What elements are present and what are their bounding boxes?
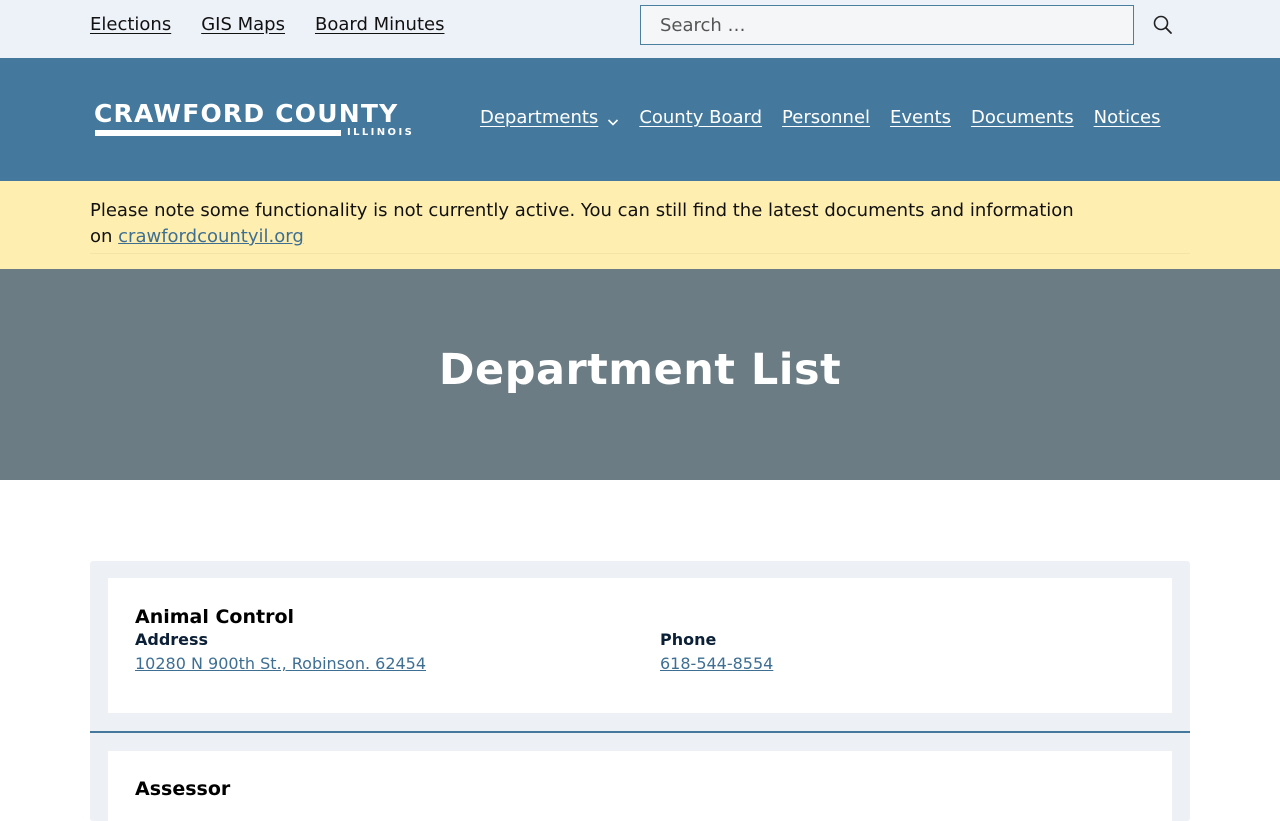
address-label: Address [135, 630, 209, 649]
nav-events[interactable]: Events [890, 107, 951, 128]
department-card: Assessor [108, 751, 1172, 821]
main-nav: Departments County Board Personnel Event… [480, 107, 1161, 128]
notice-divider [90, 253, 1190, 254]
department-list: Animal Control Address 10280 N 900th St.… [90, 561, 1190, 821]
page-hero: Department List [0, 269, 1280, 480]
nav-documents[interactable]: Documents [971, 107, 1074, 128]
notice-banner: Please note some functionality is not cu… [0, 181, 1280, 269]
card-divider [90, 731, 1190, 733]
nav-notices[interactable]: Notices [1094, 107, 1161, 128]
utility-links: Elections GIS Maps Board Minutes [90, 14, 444, 35]
logo-name: CRAWFORD COUNTY [94, 99, 399, 128]
logo-bar [95, 130, 341, 136]
department-name: Assessor [135, 778, 231, 800]
site-header: CRAWFORD COUNTY ILLINOIS Departments Cou… [0, 58, 1280, 181]
search-icon[interactable] [1150, 12, 1176, 38]
search-input[interactable] [641, 6, 1133, 44]
nav-departments[interactable]: Departments [480, 107, 619, 128]
department-name: Animal Control [135, 606, 295, 628]
board-minutes-link[interactable]: Board Minutes [315, 14, 444, 35]
phone-label: Phone [660, 630, 717, 649]
notice-link[interactable]: crawfordcountyil.org [118, 226, 304, 247]
logo-state: ILLINOIS [347, 127, 415, 138]
phone-link[interactable]: 618-544-8554 [660, 654, 773, 673]
nav-departments-label: Departments [480, 107, 599, 128]
address-link[interactable]: 10280 N 900th St., Robinson. 62454 [135, 654, 426, 673]
search-box [640, 5, 1134, 45]
nav-county-board[interactable]: County Board [639, 107, 762, 128]
utility-bar: Elections GIS Maps Board Minutes [0, 0, 1280, 58]
notice-text: Please note some functionality is not cu… [90, 198, 1090, 250]
elections-link[interactable]: Elections [90, 14, 171, 35]
chevron-down-icon[interactable] [607, 112, 619, 126]
page-title: Department List [438, 345, 842, 395]
department-card: Animal Control Address 10280 N 900th St.… [108, 578, 1172, 713]
gis-maps-link[interactable]: GIS Maps [201, 14, 285, 35]
county-logo[interactable]: CRAWFORD COUNTY ILLINOIS [94, 99, 416, 139]
nav-personnel[interactable]: Personnel [782, 107, 870, 128]
